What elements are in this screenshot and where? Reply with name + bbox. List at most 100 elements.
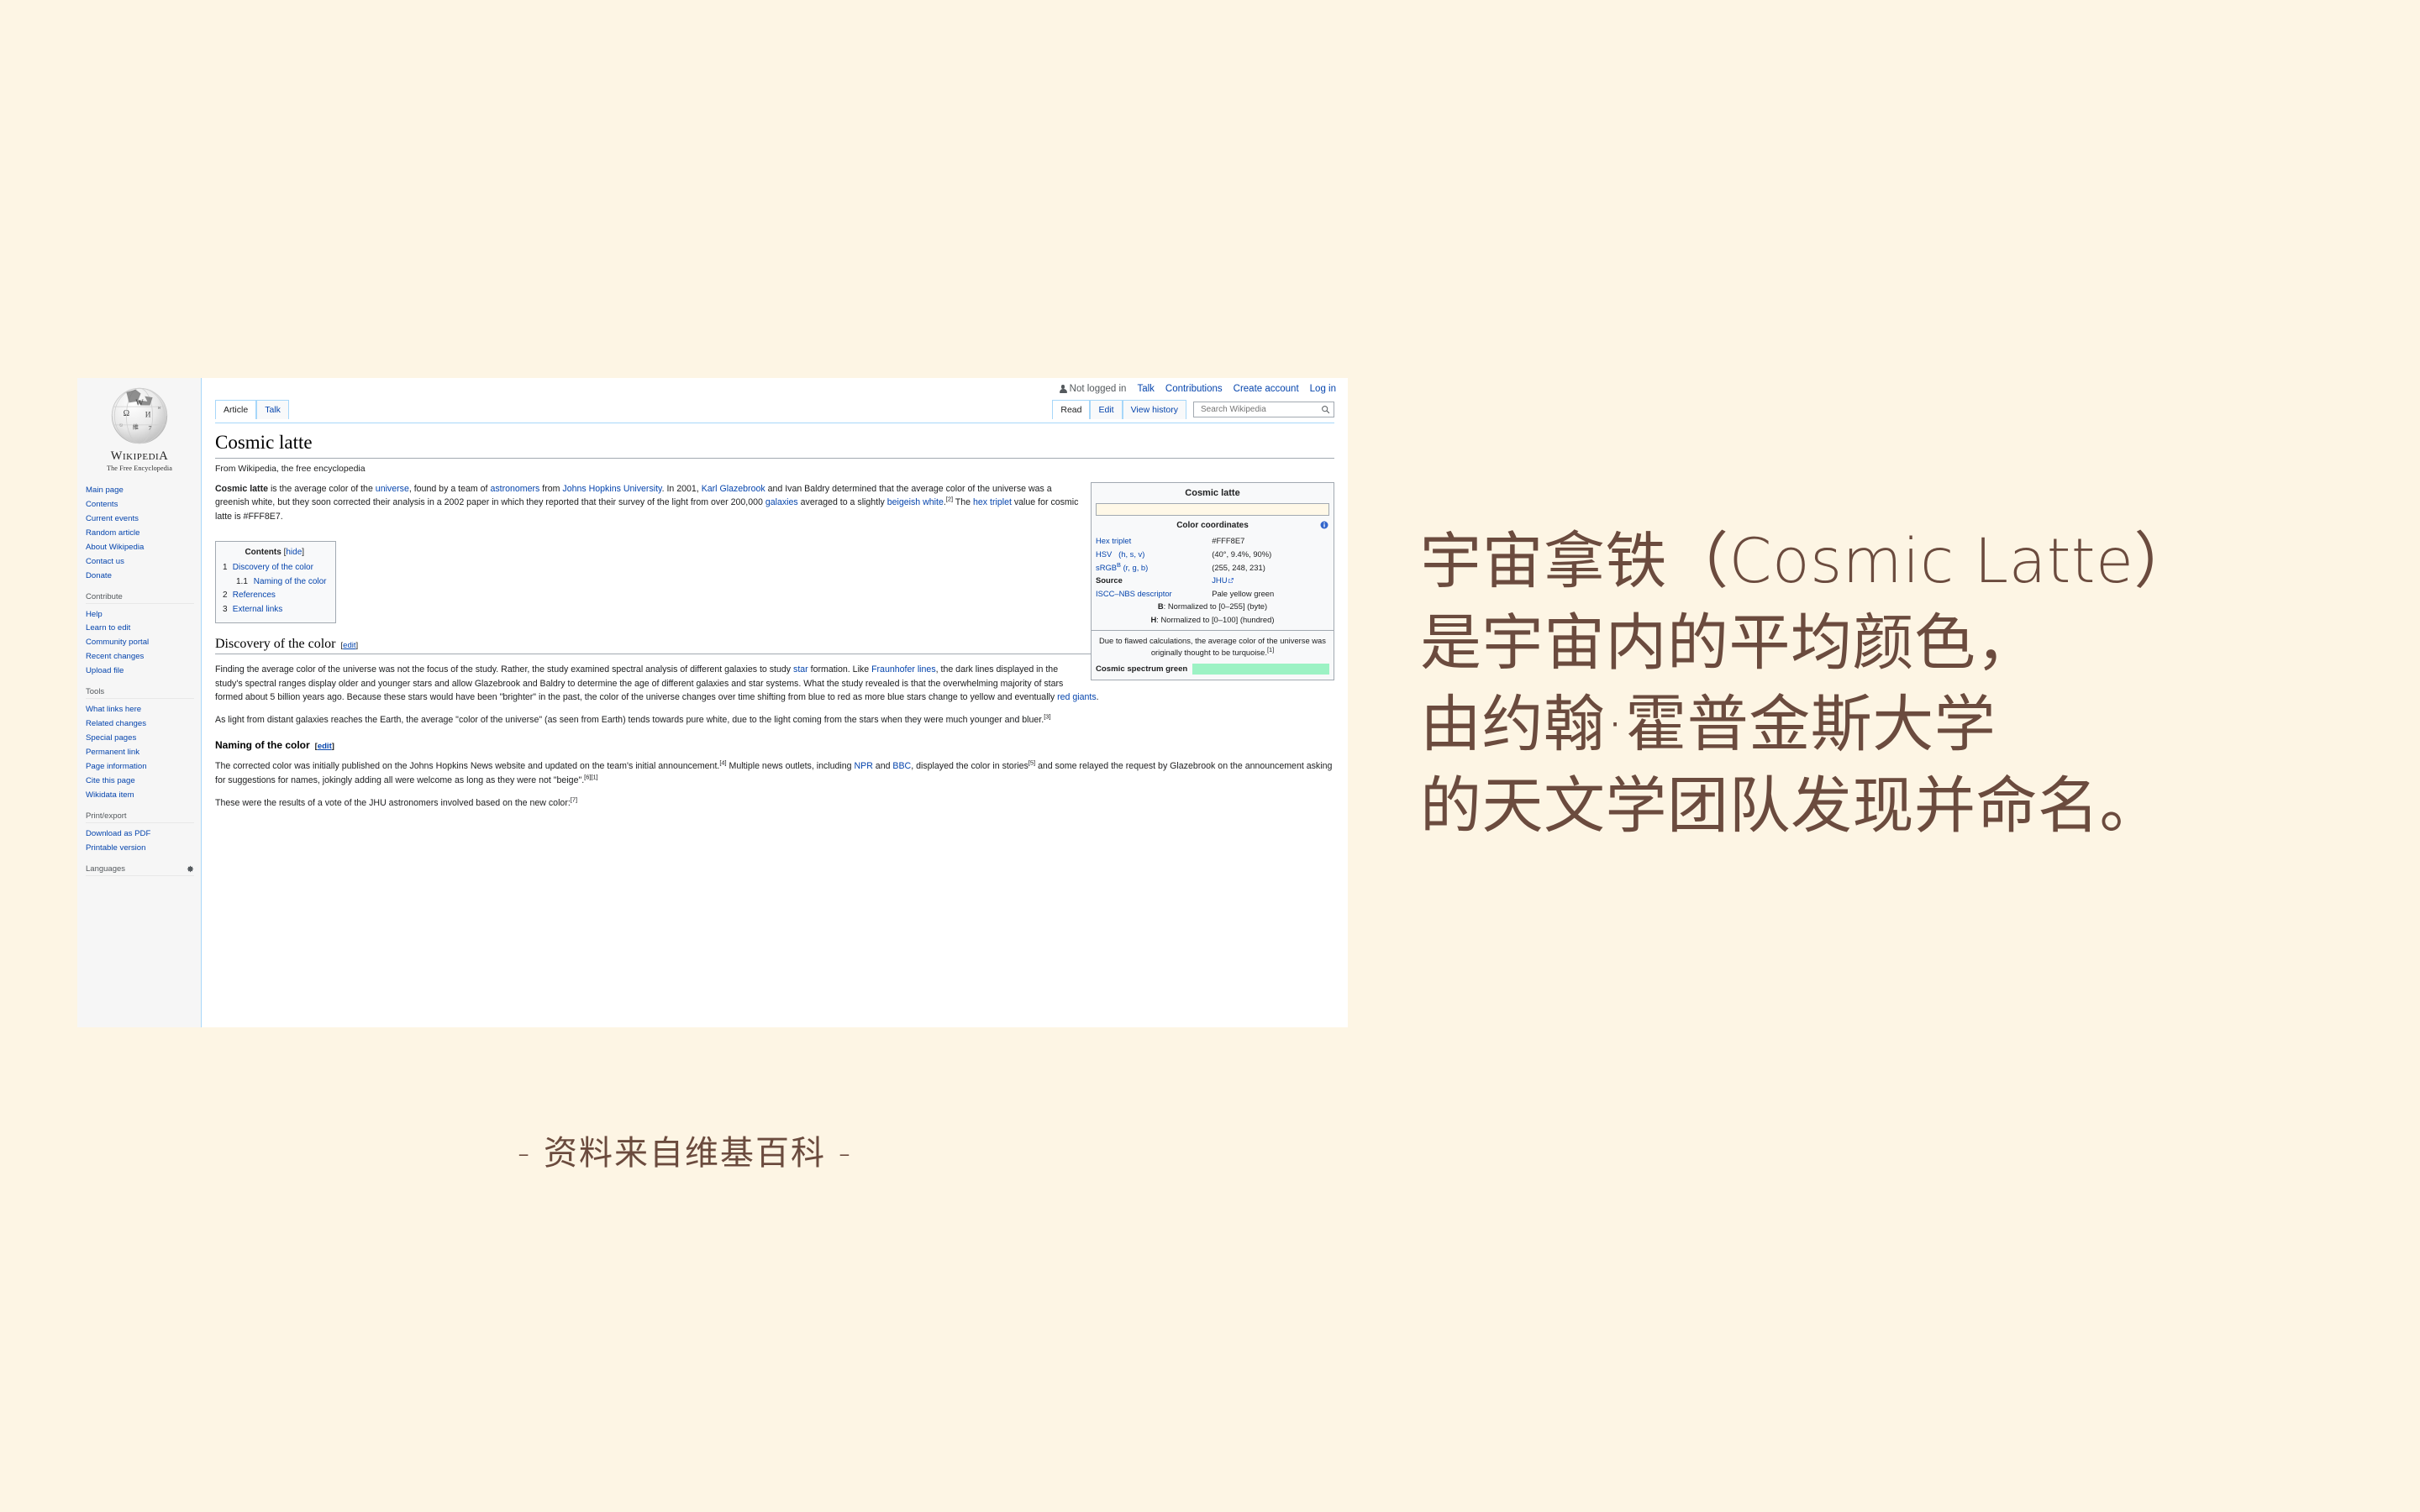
- link-star[interactable]: star: [793, 664, 808, 675]
- sidebar-link-main-page[interactable]: Main page: [86, 486, 124, 495]
- sidebar-item-special-pages[interactable]: Special pages: [86, 730, 194, 744]
- sidebar-item-permanent-link[interactable]: Permanent link: [86, 744, 194, 759]
- link-universe[interactable]: universe: [376, 484, 409, 494]
- search-box[interactable]: [1193, 401, 1334, 417]
- sidebar-link-about-wikipedia[interactable]: About Wikipedia: [86, 543, 144, 552]
- search-icon[interactable]: [1321, 405, 1330, 414]
- sidebar-link-donate[interactable]: Donate: [86, 571, 112, 580]
- gear-icon[interactable]: [187, 865, 194, 873]
- sidebar-item-cite-this-page[interactable]: Cite this page: [86, 773, 194, 787]
- sidebar-link-page-information[interactable]: Page information: [86, 762, 147, 771]
- edit-link-discovery[interactable]: edit: [343, 641, 355, 650]
- tab-talk[interactable]: Talk: [256, 400, 289, 419]
- sidebar-link-related-changes[interactable]: Related changes: [86, 719, 146, 728]
- link-hex-triplet[interactable]: hex triplet: [973, 497, 1012, 507]
- sidebar-link-community-portal[interactable]: Community portal: [86, 638, 149, 647]
- toc-link-references[interactable]: References: [233, 591, 276, 600]
- toc-title: Contents [hide]: [223, 547, 327, 559]
- infobox-note-b-text: : Normalized to [0–255] (byte): [1163, 601, 1268, 612]
- sidebar-item-what-links-here[interactable]: What links here: [86, 701, 194, 716]
- sidebar-link-upload-file[interactable]: Upload file: [86, 666, 124, 675]
- tab-read[interactable]: Read: [1052, 400, 1091, 419]
- sidebar-item-random-article[interactable]: Random article: [86, 525, 194, 539]
- toc-item-2[interactable]: 2 References: [223, 589, 327, 603]
- infobox-label-iscc[interactable]: ISCC–NBS descriptor: [1092, 587, 1207, 601]
- link-astronomers[interactable]: astronomers: [490, 484, 539, 494]
- sidebar-link-contact-us[interactable]: Contact us: [86, 557, 124, 566]
- link-red-giants[interactable]: red giants: [1057, 692, 1097, 702]
- sidebar-link-help[interactable]: Help: [86, 610, 103, 619]
- sidebar-link-learn-to-edit[interactable]: Learn to edit: [86, 623, 130, 633]
- link-galaxies[interactable]: galaxies: [765, 497, 798, 507]
- ref-7[interactable]: [7]: [571, 795, 577, 803]
- sidebar-link-printable-version[interactable]: Printable version: [86, 843, 145, 853]
- naming-p1-c: and: [872, 761, 893, 772]
- sidebar-link-recent-changes[interactable]: Recent changes: [86, 652, 144, 661]
- infobox-link-jhu[interactable]: JHU: [1212, 575, 1227, 585]
- wikipedia-logo-block[interactable]: W Ω И 維 7 ಬ א WIKIPEDIA The Free Encyclo…: [77, 378, 202, 472]
- ref-5[interactable]: [5]: [1028, 759, 1035, 767]
- link-bbc[interactable]: BBC: [892, 761, 911, 771]
- sidebar-item-related-changes[interactable]: Related changes: [86, 716, 194, 730]
- tab-edit[interactable]: Edit: [1090, 400, 1123, 419]
- sidebar-item-contact-us[interactable]: Contact us: [86, 554, 194, 568]
- color-infobox: Cosmic latte Color coordinates Hex tripl…: [1091, 481, 1334, 680]
- infobox-label-hex[interactable]: Hex triplet: [1092, 534, 1207, 548]
- naming-p1-a: The corrected color was initially publis…: [215, 761, 720, 772]
- sidebar-item-recent-changes[interactable]: Recent changes: [86, 648, 194, 663]
- sidebar-link-download-as-pdf[interactable]: Download as PDF: [86, 829, 150, 838]
- tab-article[interactable]: Article: [215, 400, 257, 419]
- ref-6-1[interactable]: [6][1]: [584, 773, 597, 780]
- ref-2[interactable]: [2]: [946, 496, 953, 503]
- ref-3[interactable]: [3]: [1044, 712, 1050, 720]
- sidebar-item-page-information[interactable]: Page information: [86, 759, 194, 773]
- tab-view-history[interactable]: View history: [1122, 400, 1186, 419]
- naming-p1-b: Multiple news outlets, including: [726, 761, 855, 772]
- sidebar-item-help[interactable]: Help: [86, 606, 194, 621]
- sidebar-item-download-as-pdf[interactable]: Download as PDF: [86, 826, 194, 840]
- sidebar-item-upload-file[interactable]: Upload file: [86, 663, 194, 677]
- link-karl-glazebrook[interactable]: Karl Glazebrook: [702, 484, 765, 494]
- sidebar-item-donate[interactable]: Donate: [86, 568, 194, 582]
- sidebar-item-learn-to-edit[interactable]: Learn to edit: [86, 620, 194, 634]
- sidebar-link-random-article[interactable]: Random article: [86, 528, 140, 538]
- link-npr[interactable]: NPR: [854, 761, 872, 771]
- naming-p2-a: These were the results of a vote of the …: [215, 797, 571, 808]
- toc-link-naming-of-the-color[interactable]: Naming of the color: [254, 577, 327, 586]
- infobox-flawed-ref[interactable]: [1]: [1267, 646, 1274, 654]
- toc-link-external-links[interactable]: External links: [233, 605, 282, 614]
- sidebar-item-about-wikipedia[interactable]: About Wikipedia: [86, 539, 194, 554]
- sidebar-link-special-pages[interactable]: Special pages: [86, 733, 136, 743]
- sidebar-link-current-events[interactable]: Current events: [86, 514, 139, 523]
- infobox-label-srgb[interactable]: sRGBB (r, g, b): [1092, 561, 1207, 575]
- wikipedia-globe-icon: W Ω И 維 7 ಬ א: [111, 387, 168, 444]
- sidebar-link-what-links-here[interactable]: What links here: [86, 705, 141, 714]
- sidebar-item-current-events[interactable]: Current events: [86, 511, 194, 525]
- link-beigeish-white[interactable]: beigeish white: [887, 497, 944, 507]
- sidebar-link-permanent-link[interactable]: Permanent link: [86, 748, 139, 757]
- info-icon[interactable]: [1320, 521, 1328, 529]
- sidebar-link-cite-this-page[interactable]: Cite this page: [86, 776, 135, 785]
- sidebar-item-main-page[interactable]: Main page: [86, 482, 194, 496]
- infobox-green-row: Cosmic spectrum green: [1092, 662, 1334, 680]
- sidebar-item-wikidata-item[interactable]: Wikidata item: [86, 787, 194, 801]
- section-edit-naming: [edit]: [315, 742, 334, 751]
- sidebar-item-printable-version[interactable]: Printable version: [86, 840, 194, 854]
- link-johns-hopkins-university[interactable]: Johns Hopkins University: [562, 484, 661, 494]
- toc-link-discovery-of-the-color[interactable]: Discovery of the color: [233, 563, 313, 572]
- toc-item-3[interactable]: 3 External links: [223, 603, 327, 617]
- sidebar-item-contents[interactable]: Contents: [86, 496, 194, 511]
- infobox-label-hsv[interactable]: HSV (h, s, v): [1092, 548, 1207, 561]
- toc-item-1[interactable]: 1 Discovery of the color: [223, 561, 327, 575]
- search-input[interactable]: [1199, 403, 1321, 415]
- sidebar-link-wikidata-item[interactable]: Wikidata item: [86, 790, 134, 800]
- edit-link-naming[interactable]: edit: [318, 742, 332, 751]
- link-fraunhofer-lines[interactable]: Fraunhofer lines: [871, 664, 936, 675]
- toc-hide-link[interactable]: hide: [286, 548, 302, 557]
- ref-4[interactable]: [4]: [719, 759, 726, 767]
- article-body: Cosmic latte From Wikipedia, the free en…: [215, 430, 1334, 819]
- toc-item-1-1[interactable]: 1.1 Naming of the color: [223, 575, 327, 590]
- infobox-value-srgb: (255, 248, 231): [1212, 562, 1265, 572]
- sidebar-item-community-portal[interactable]: Community portal: [86, 634, 194, 648]
- sidebar-link-contents[interactable]: Contents: [86, 500, 118, 509]
